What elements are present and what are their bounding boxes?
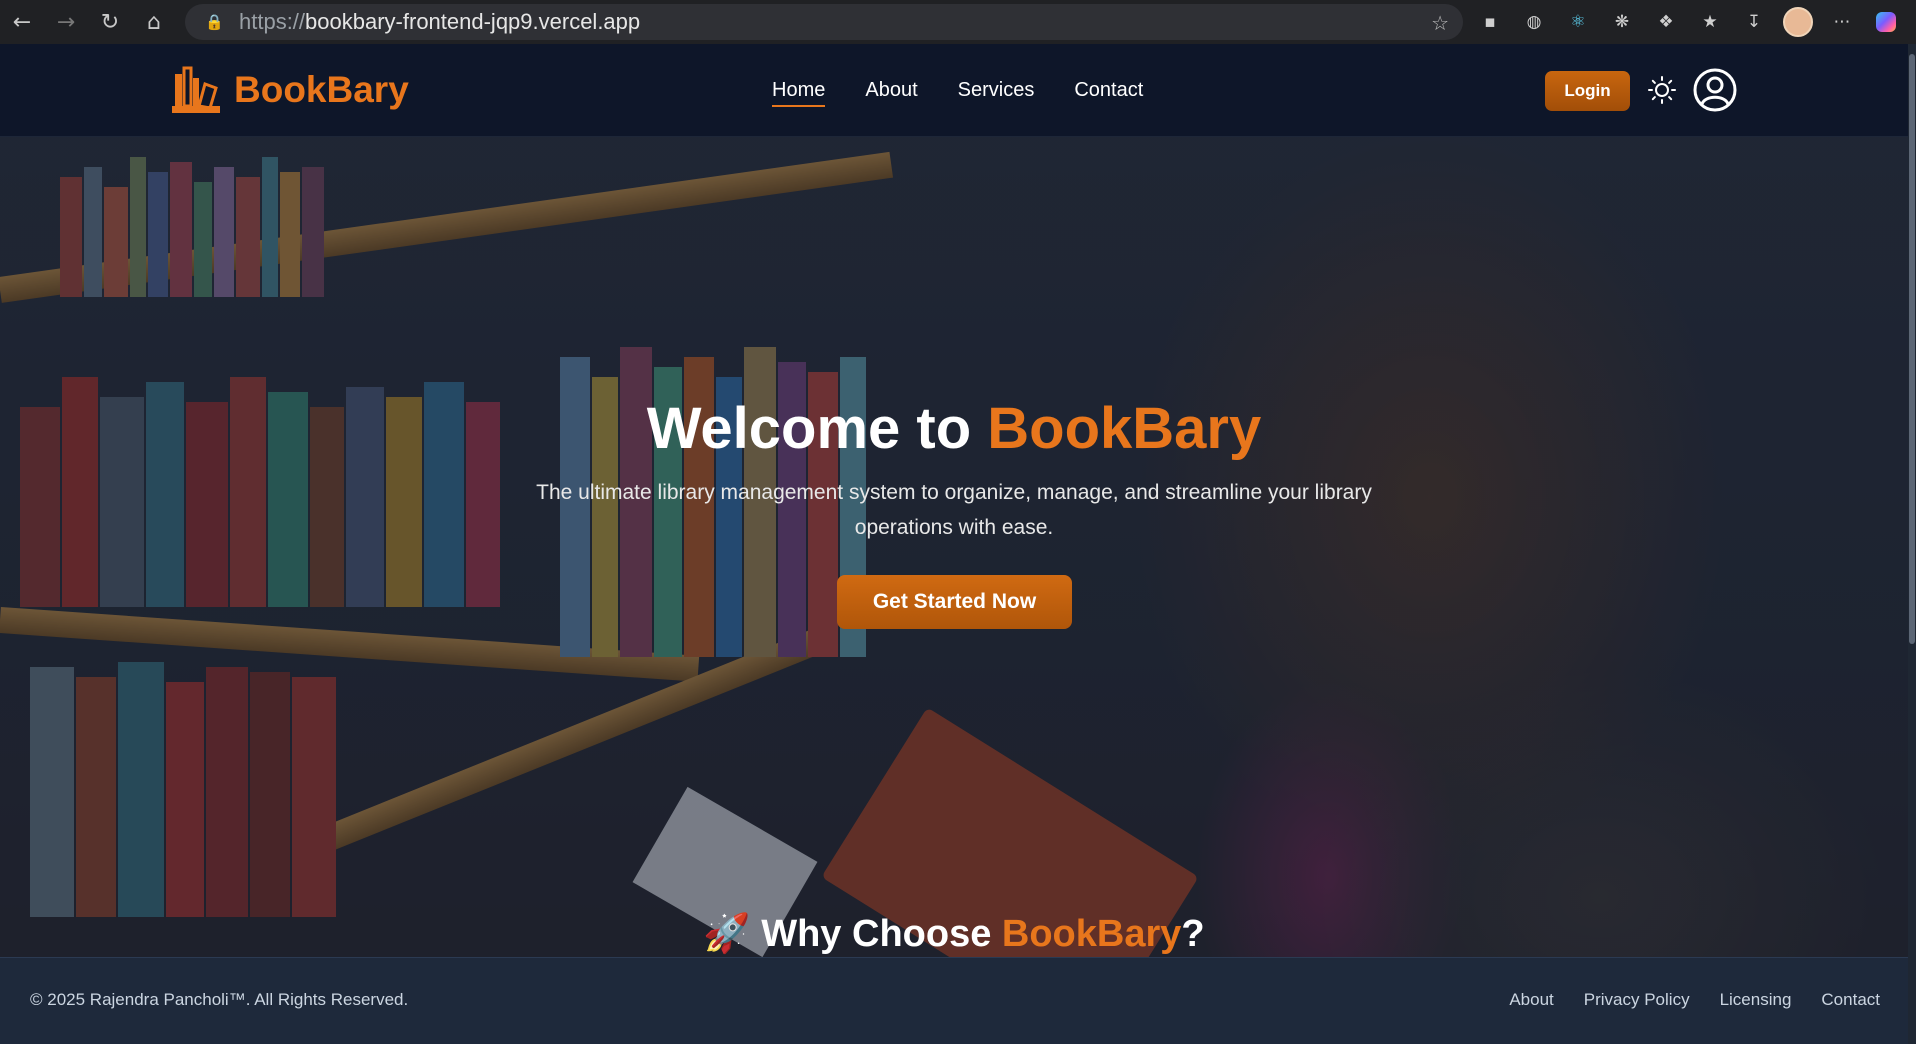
profile-avatar-icon[interactable] (1776, 0, 1820, 44)
reload-icon[interactable]: ↻ (88, 0, 132, 44)
downloads-icon[interactable]: ↧ (1732, 0, 1776, 44)
footer-links: About Privacy Policy Licensing Contact (1479, 990, 1880, 1010)
nav-about-link[interactable]: About (865, 79, 917, 102)
footer-about-link[interactable]: About (1509, 990, 1553, 1010)
brand-name: BookBary (234, 69, 409, 110)
url-protocol: https:// (239, 9, 306, 34)
site-header: BookBary Home About Services Contact Log… (0, 44, 1908, 137)
copyright-text: © 2025 Rajendra Pancholi™. All Rights Re… (30, 990, 409, 1009)
lock-icon[interactable]: 🔒 (205, 13, 227, 31)
split-screen-icon[interactable]: ❖ (1644, 0, 1688, 44)
page-scrollbar[interactable] (1908, 44, 1916, 1044)
hero-section: Welcome to BookBary The ultimate library… (0, 137, 1908, 957)
hero-subtitle: The ultimate library management system t… (536, 481, 1372, 539)
copilot-icon[interactable] (1864, 0, 1908, 44)
nav-home-link[interactable]: Home (772, 79, 826, 107)
back-icon[interactable]: ← (0, 0, 44, 44)
why-choose-brand: BookBary (1001, 913, 1182, 955)
extensions-area: ▪ ◍ ⚛ ❋ ❖ ★ ↧ ⋯ (1468, 0, 1908, 44)
nav-services-link[interactable]: Services (958, 79, 1035, 102)
why-choose-heading: 🚀 Why Choose BookBary? (0, 912, 1908, 956)
hero-content: Welcome to BookBary The ultimate library… (0, 137, 1908, 957)
hero-title: Welcome to BookBary (0, 395, 1908, 462)
footer-privacy-link[interactable]: Privacy Policy (1584, 990, 1690, 1010)
favorites-icon[interactable]: ★ (1688, 0, 1732, 44)
why-choose-prefix: 🚀 Why Choose (703, 913, 1002, 955)
site-logo[interactable]: BookBary (172, 64, 409, 116)
forward-icon[interactable]: → (44, 0, 88, 44)
extensions-puzzle-icon[interactable]: ❋ (1600, 0, 1644, 44)
react-devtools-icon[interactable]: ⚛ (1556, 0, 1600, 44)
glasses-extension-icon[interactable]: ◍ (1512, 0, 1556, 44)
nav-contact-link[interactable]: Contact (1074, 79, 1143, 102)
sun-theme-toggle-icon[interactable] (1647, 75, 1677, 105)
favorite-star-icon[interactable]: ☆ (1431, 11, 1449, 35)
url-text[interactable]: https://bookbary-frontend-jqp9.vercel.ap… (239, 9, 640, 35)
scrollbar-thumb[interactable] (1909, 54, 1915, 644)
home-icon[interactable]: ⌂ (132, 0, 176, 44)
footer-contact-link[interactable]: Contact (1821, 990, 1880, 1010)
web-page: BookBary Home About Services Contact Log… (0, 44, 1908, 1044)
hero-title-prefix: Welcome to (646, 396, 988, 461)
main-nav: Home About Services Contact (772, 44, 1183, 136)
books-logo-icon (172, 66, 220, 113)
browser-toolbar: ← → ↻ ⌂ 🔒 https://bookbary-frontend-jqp9… (0, 0, 1916, 44)
url-host: bookbary-frontend-jqp9.vercel.app (305, 9, 641, 34)
why-choose-suffix: ? (1181, 913, 1205, 955)
address-bar[interactable]: 🔒 https://bookbary-frontend-jqp9.vercel.… (185, 4, 1463, 40)
get-started-button[interactable]: Get Started Now (837, 575, 1072, 629)
footer-licensing-link[interactable]: Licensing (1720, 990, 1792, 1010)
extension-icon[interactable]: ▪ (1468, 0, 1512, 44)
more-menu-icon[interactable]: ⋯ (1820, 0, 1864, 44)
login-button[interactable]: Login (1545, 71, 1630, 111)
user-account-icon[interactable] (1693, 68, 1737, 112)
hero-title-brand: BookBary (987, 396, 1262, 461)
site-footer: © 2025 Rajendra Pancholi™. All Rights Re… (0, 957, 1908, 1044)
